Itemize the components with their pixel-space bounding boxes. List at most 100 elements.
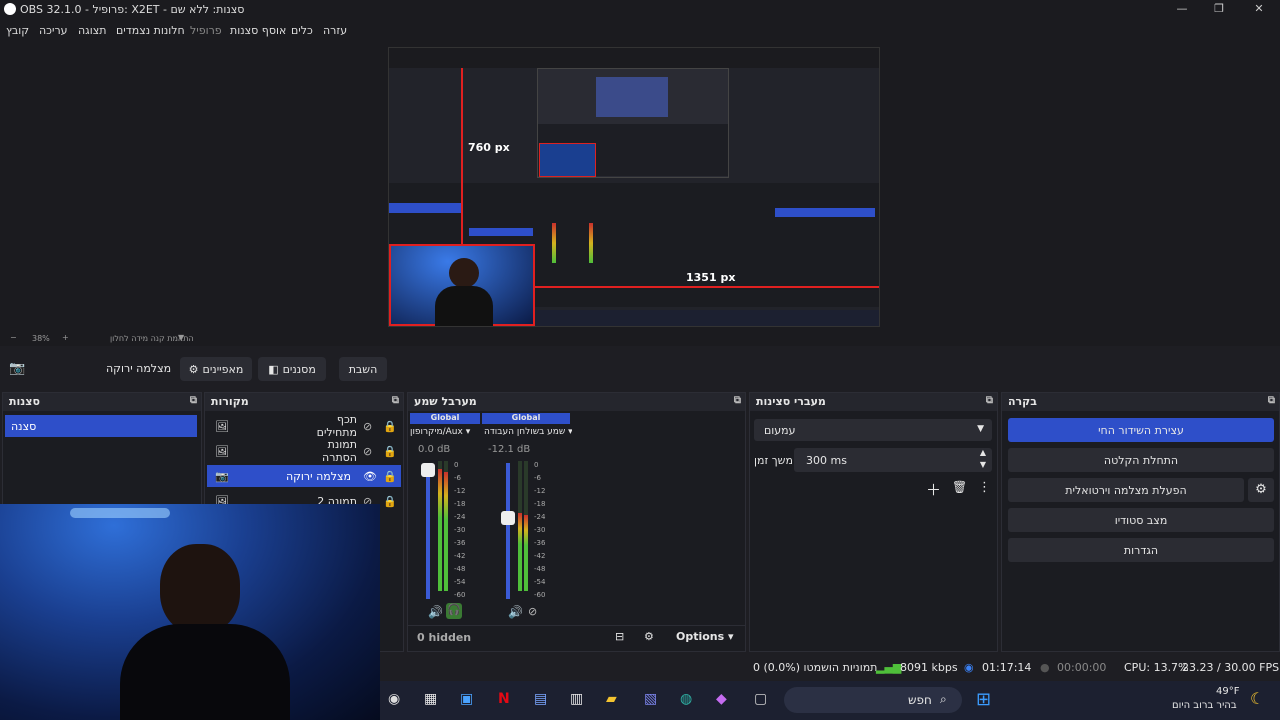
mixer-footer: 0 hidden ⊟ ⚙ Options ▾ (408, 625, 745, 650)
zoom-out-button[interactable]: − (10, 333, 17, 342)
spin-down-icon[interactable]: ▼ (980, 460, 986, 469)
source-item-selected[interactable]: 📷 מצלמה ירוקה 👁 🔒 (207, 465, 401, 487)
height-label: 760 px (468, 141, 510, 154)
headphones-muted-icon[interactable]: ⊘ (528, 605, 537, 618)
db-tick-label: 0 (534, 461, 539, 469)
menu-view[interactable]: תצוגה (78, 24, 106, 37)
app-icon[interactable]: ▦ (424, 691, 437, 707)
hidden-count[interactable]: 0 hidden (417, 631, 471, 644)
trash-icon[interactable]: 🗑 (952, 480, 967, 494)
person-body (435, 286, 493, 326)
minimize-icon[interactable]: — (1170, 2, 1194, 18)
windows-start-icon[interactable]: ⊞ (976, 689, 991, 710)
spin-up-icon[interactable]: ▲ (980, 448, 986, 457)
lock-icon[interactable]: 🔒 (383, 445, 397, 458)
volume-slider-track[interactable] (506, 463, 510, 599)
volume-slider-handle[interactable] (421, 463, 435, 477)
signal-icon: ▂▄▆ (876, 661, 902, 674)
selected-source-box[interactable] (389, 244, 535, 326)
menu-file[interactable]: קובץ (6, 24, 29, 37)
popout-icon[interactable]: ⧉ (190, 395, 197, 406)
options-label: Options (676, 630, 725, 643)
studio-mode-button[interactable]: מצב סטודיו (1008, 508, 1274, 532)
layout-icon[interactable]: ⊟ (615, 630, 624, 643)
nested-meter-2 (589, 223, 593, 263)
advanced-audio-icon[interactable]: ⚙ (644, 630, 654, 643)
popout-icon[interactable]: ⧉ (1268, 395, 1275, 406)
lock-icon[interactable]: 🔒 (383, 420, 397, 433)
maximize-icon[interactable]: ❐ (1207, 2, 1231, 18)
eye-hidden-icon[interactable]: ⊘ (363, 445, 372, 458)
program-preview[interactable]: 760 px 1351 px (388, 47, 880, 327)
add-transition-icon[interactable]: ＋ (926, 479, 941, 500)
gear-icon[interactable]: ⚙ (1248, 478, 1274, 502)
menu-edit[interactable]: עריכה (39, 24, 68, 37)
menu-help[interactable]: עזרה (323, 24, 347, 37)
zoom-in-button[interactable]: + (62, 333, 69, 342)
copilot-icon[interactable]: ◆ (716, 691, 727, 707)
channel-db: -12.1 dB (488, 444, 531, 455)
channel-name[interactable]: מיקרופון/Aux ▾ (410, 427, 480, 437)
headphones-icon[interactable]: 🎧 (446, 603, 462, 619)
stop-stream-button[interactable]: עצירת השידור החי (1008, 418, 1274, 442)
width-label: 1351 px (686, 271, 736, 284)
search-box[interactable]: חפש ⌕ (784, 687, 962, 713)
status-bar: 0 תמוניות הושמטו (0.0%) ▂▄▆ 8091 kbps ◉ … (380, 655, 1280, 681)
volume-slider-track[interactable] (426, 463, 430, 599)
zoom-dropdown-icon[interactable]: ▼ (178, 333, 184, 342)
more-options-icon[interactable]: ⋮ (978, 480, 991, 495)
duration-spinbox[interactable]: 300 ms ▲ ▼ (794, 448, 992, 472)
menu-scene-collection[interactable]: אוסף סצנות (230, 24, 286, 37)
lock-icon[interactable]: 🔒 (383, 495, 397, 508)
options-button[interactable]: Options ▾ (676, 630, 734, 643)
filters-button[interactable]: ◧ מסננים (258, 357, 326, 381)
speaker-icon[interactable]: 🔊 (428, 605, 443, 619)
settings-button[interactable]: הגדרות (1008, 538, 1274, 562)
deactivate-label: השבת (348, 362, 378, 376)
channel-name-label: מיקרופון/Aux (410, 427, 463, 437)
obs-taskbar-icon[interactable]: ◉ (388, 691, 400, 707)
store-icon[interactable]: ▥ (570, 691, 583, 707)
db-tick-label: -18 (534, 500, 546, 508)
filters-label: מסננים (282, 362, 316, 376)
weather-temp: 49°F (1216, 686, 1240, 697)
channel-name[interactable]: שמע בשולחן העבודה ▾ (484, 427, 572, 437)
menu-tools[interactable]: כלים (291, 24, 313, 37)
menu-docks[interactable]: חלונות נצמדים (116, 24, 185, 37)
db-tick-label: -6 (534, 474, 541, 482)
speaker-icon[interactable]: 🔊 (508, 605, 523, 619)
teams-icon[interactable]: ▧ (644, 691, 657, 707)
edge-icon[interactable]: ◍ (680, 691, 692, 707)
start-recording-button[interactable]: התחלת הקלטה (1008, 448, 1274, 472)
db-tick-label: -12 (454, 487, 466, 495)
netflix-icon[interactable]: N (498, 691, 510, 707)
scene-item[interactable]: סצנה (5, 415, 197, 437)
app-icon[interactable]: ▤ (534, 691, 547, 707)
db-tick-label: -48 (454, 565, 466, 573)
zoom-level: 38% (32, 334, 50, 343)
properties-button[interactable]: ⚙ מאפיינים (180, 357, 252, 381)
app-icon[interactable]: ▣ (460, 691, 473, 707)
eye-hidden-icon[interactable]: ⊘ (363, 420, 372, 433)
transition-select[interactable]: עמעום ▼ (754, 419, 992, 441)
app-icon[interactable]: ▢ (754, 691, 767, 707)
folder-icon[interactable]: ▰ (606, 691, 617, 707)
deactivate-button[interactable]: השבת (339, 357, 387, 381)
eye-icon[interactable]: 👁 (363, 470, 377, 483)
nested-stream-button (775, 208, 875, 217)
source-item[interactable]: 🖼 תמונת הסתרה ⊘ 🔒 (207, 438, 401, 464)
dropped-frames: 0 תמוניות הושמטו (0.0%) (753, 661, 878, 674)
close-icon[interactable]: ✕ (1247, 2, 1271, 18)
lock-icon[interactable]: 🔒 (383, 470, 397, 483)
ceiling-light (70, 508, 170, 518)
popout-icon[interactable]: ⧉ (734, 395, 741, 406)
popout-icon[interactable]: ⧉ (392, 395, 399, 406)
popout-icon[interactable]: ⧉ (986, 395, 993, 406)
menu-profile[interactable]: פרופיל (190, 24, 222, 37)
person-body (120, 624, 290, 720)
volume-slider-handle[interactable] (501, 511, 515, 525)
source-label: תמונת הסתרה (322, 438, 357, 464)
chevron-down-icon: ▾ (568, 427, 572, 437)
virtual-camera-button[interactable]: הפעלת מצלמה וירטואלית (1008, 478, 1244, 502)
source-item[interactable]: 🖼 תכף מתחילים ⊘ 🔒 (207, 413, 401, 439)
